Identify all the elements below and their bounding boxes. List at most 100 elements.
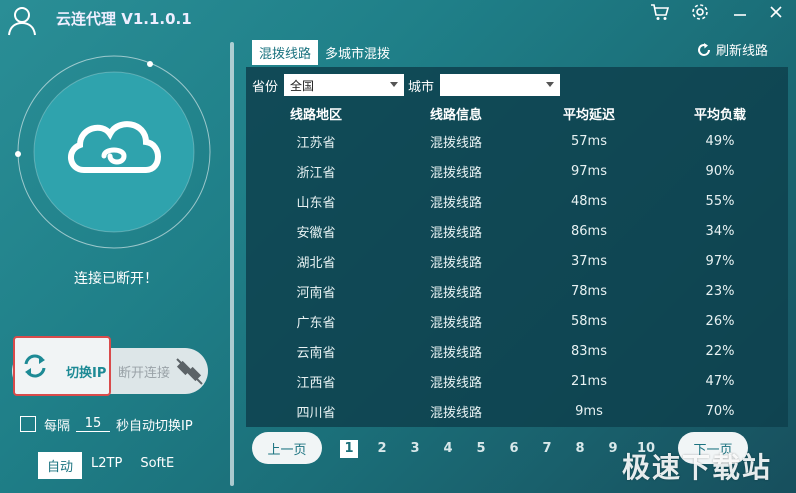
- mode-tabs: 自动 L2TP SoftE: [38, 452, 183, 479]
- cell-region: 山东省: [296, 195, 336, 211]
- cell-region: 湖北省: [296, 255, 336, 271]
- refresh-icon: [24, 354, 46, 378]
- auto-switch-checkbox[interactable]: [20, 416, 36, 432]
- city-select[interactable]: [440, 74, 561, 96]
- cell-load: 49%: [705, 133, 735, 149]
- cell-line-info: 混拨线路: [429, 285, 482, 301]
- cart-icon[interactable]: [648, 1, 672, 23]
- line-tabs: 混拨线路 多城市混拨: [252, 40, 397, 65]
- page-2[interactable]: 2: [373, 440, 391, 458]
- cell-region: 云南省: [296, 345, 336, 361]
- cell-region: 安徽省: [296, 225, 336, 241]
- page-6[interactable]: 6: [505, 440, 523, 458]
- mode-tab-auto[interactable]: 自动: [38, 452, 83, 479]
- table-row[interactable]: 江苏省 混拨线路 57ms 49%: [246, 126, 788, 156]
- cell-latency: 97ms: [571, 163, 607, 179]
- page-3[interactable]: 3: [406, 440, 424, 458]
- cell-load: 26%: [705, 313, 735, 329]
- mode-tab-softe[interactable]: SoftE: [131, 452, 183, 479]
- city-label: 城市: [408, 79, 435, 95]
- auto-switch-suffix: 秒自动切换IP: [116, 418, 193, 434]
- cell-load: 55%: [705, 193, 735, 209]
- cell-line-info: 混拨线路: [429, 375, 482, 391]
- table-row[interactable]: 河南省 混拨线路 78ms 23%: [246, 276, 788, 306]
- mode-tab-l2tp[interactable]: L2TP: [82, 452, 131, 479]
- page-8[interactable]: 8: [571, 440, 589, 458]
- app-title: 云连代理 V1.1.0.1: [56, 10, 192, 28]
- disconnect-button[interactable]: 断开连接: [118, 362, 170, 381]
- cell-line-info: 混拨线路: [429, 405, 482, 421]
- refresh-lines-button[interactable]: 刷新线路: [696, 40, 768, 59]
- cell-latency: 78ms: [571, 283, 607, 299]
- user-icon[interactable]: [6, 4, 38, 36]
- cell-latency: 58ms: [571, 313, 607, 329]
- page-7[interactable]: 7: [538, 440, 556, 458]
- refresh-lines-label: 刷新线路: [716, 44, 769, 59]
- cell-load: 97%: [705, 253, 735, 269]
- auto-switch-prefix: 每隔: [44, 418, 71, 434]
- table-row[interactable]: 江西省 混拨线路 21ms 47%: [246, 366, 788, 396]
- page-4[interactable]: 4: [439, 440, 457, 458]
- lines-table: 江苏省 混拨线路 57ms 49% 浙江省 混拨线路 97ms 90% 山东省 混拨线路 48m…: [246, 126, 788, 426]
- table-row[interactable]: 广东省 混拨线路 58ms 26%: [246, 306, 788, 336]
- cell-latency: 86ms: [571, 223, 607, 239]
- cell-region: 河南省: [296, 285, 336, 301]
- refresh-icon: [698, 42, 710, 56]
- watermark: 极速下载站: [622, 451, 773, 484]
- province-select[interactable]: 全国: [284, 74, 405, 96]
- cell-latency: 57ms: [571, 133, 607, 149]
- cell-line-info: 混拨线路: [429, 315, 482, 331]
- divider: [230, 42, 234, 486]
- gear-icon[interactable]: [688, 1, 712, 23]
- cell-latency: 48ms: [571, 193, 607, 209]
- province-select-value: 全国: [290, 78, 315, 93]
- cell-latency: 37ms: [571, 253, 607, 269]
- table-row[interactable]: 山东省 混拨线路 48ms 55%: [246, 186, 788, 216]
- cell-line-info: 混拨线路: [429, 255, 482, 271]
- cell-load: 22%: [705, 343, 735, 359]
- table-header: 线路地区 线路信息 平均延迟 平均负载: [246, 104, 788, 126]
- table-row[interactable]: 四川省 混拨线路 9ms 70%: [246, 396, 788, 426]
- province-label: 省份: [252, 79, 279, 95]
- prev-page-button[interactable]: 上一页: [252, 432, 322, 464]
- cell-load: 70%: [705, 403, 735, 419]
- table-row[interactable]: 云南省 混拨线路 83ms 22%: [246, 336, 788, 366]
- table-row[interactable]: 湖北省 混拨线路 37ms 97%: [246, 246, 788, 276]
- cell-region: 江苏省: [296, 135, 336, 151]
- tab-mixed-lines[interactable]: 混拨线路: [252, 40, 319, 65]
- filter-row: 省份 全国 城市: [252, 72, 561, 98]
- cell-line-info: 混拨线路: [429, 135, 482, 151]
- page-9[interactable]: 9: [604, 440, 622, 458]
- chevron-down-icon: [546, 82, 555, 87]
- pagination: 1 2 3 4 5 6 7 8 9 10: [340, 440, 655, 458]
- auto-switch-row: 每隔 15 秒自动切换IP: [20, 414, 193, 434]
- tab-multi-city[interactable]: 多城市混拨: [318, 40, 397, 65]
- minimize-icon[interactable]: [728, 1, 752, 23]
- header-line-info: 线路信息: [429, 108, 482, 123]
- cell-line-info: 混拨线路: [429, 225, 482, 241]
- connection-status: 连接已断开！: [74, 271, 158, 287]
- cell-line-info: 混拨线路: [429, 165, 482, 181]
- header-load: 平均负载: [693, 108, 746, 123]
- connection-ring: [15, 55, 211, 249]
- cell-region: 浙江省: [296, 165, 336, 181]
- cell-load: 90%: [705, 163, 735, 179]
- cell-region: 广东省: [296, 315, 336, 331]
- cell-latency: 83ms: [571, 343, 607, 359]
- plug-icon: [176, 358, 203, 385]
- table-row[interactable]: 浙江省 混拨线路 97ms 90%: [246, 156, 788, 186]
- cell-line-info: 混拨线路: [429, 195, 482, 211]
- cell-region: 四川省: [296, 405, 336, 421]
- header-latency: 平均延迟: [562, 108, 615, 123]
- cell-line-info: 混拨线路: [429, 345, 482, 361]
- cell-load: 47%: [705, 373, 735, 389]
- table-row[interactable]: 安徽省 混拨线路 86ms 34%: [246, 216, 788, 246]
- auto-interval-input[interactable]: 15: [76, 416, 111, 432]
- close-icon[interactable]: [764, 1, 788, 23]
- page-5[interactable]: 5: [472, 440, 490, 458]
- page-1[interactable]: 1: [340, 440, 358, 458]
- header-region: 线路地区: [289, 108, 342, 123]
- switch-ip-label: 切换IP: [66, 366, 107, 381]
- cell-latency: 21ms: [571, 373, 607, 389]
- cell-region: 江西省: [296, 375, 336, 391]
